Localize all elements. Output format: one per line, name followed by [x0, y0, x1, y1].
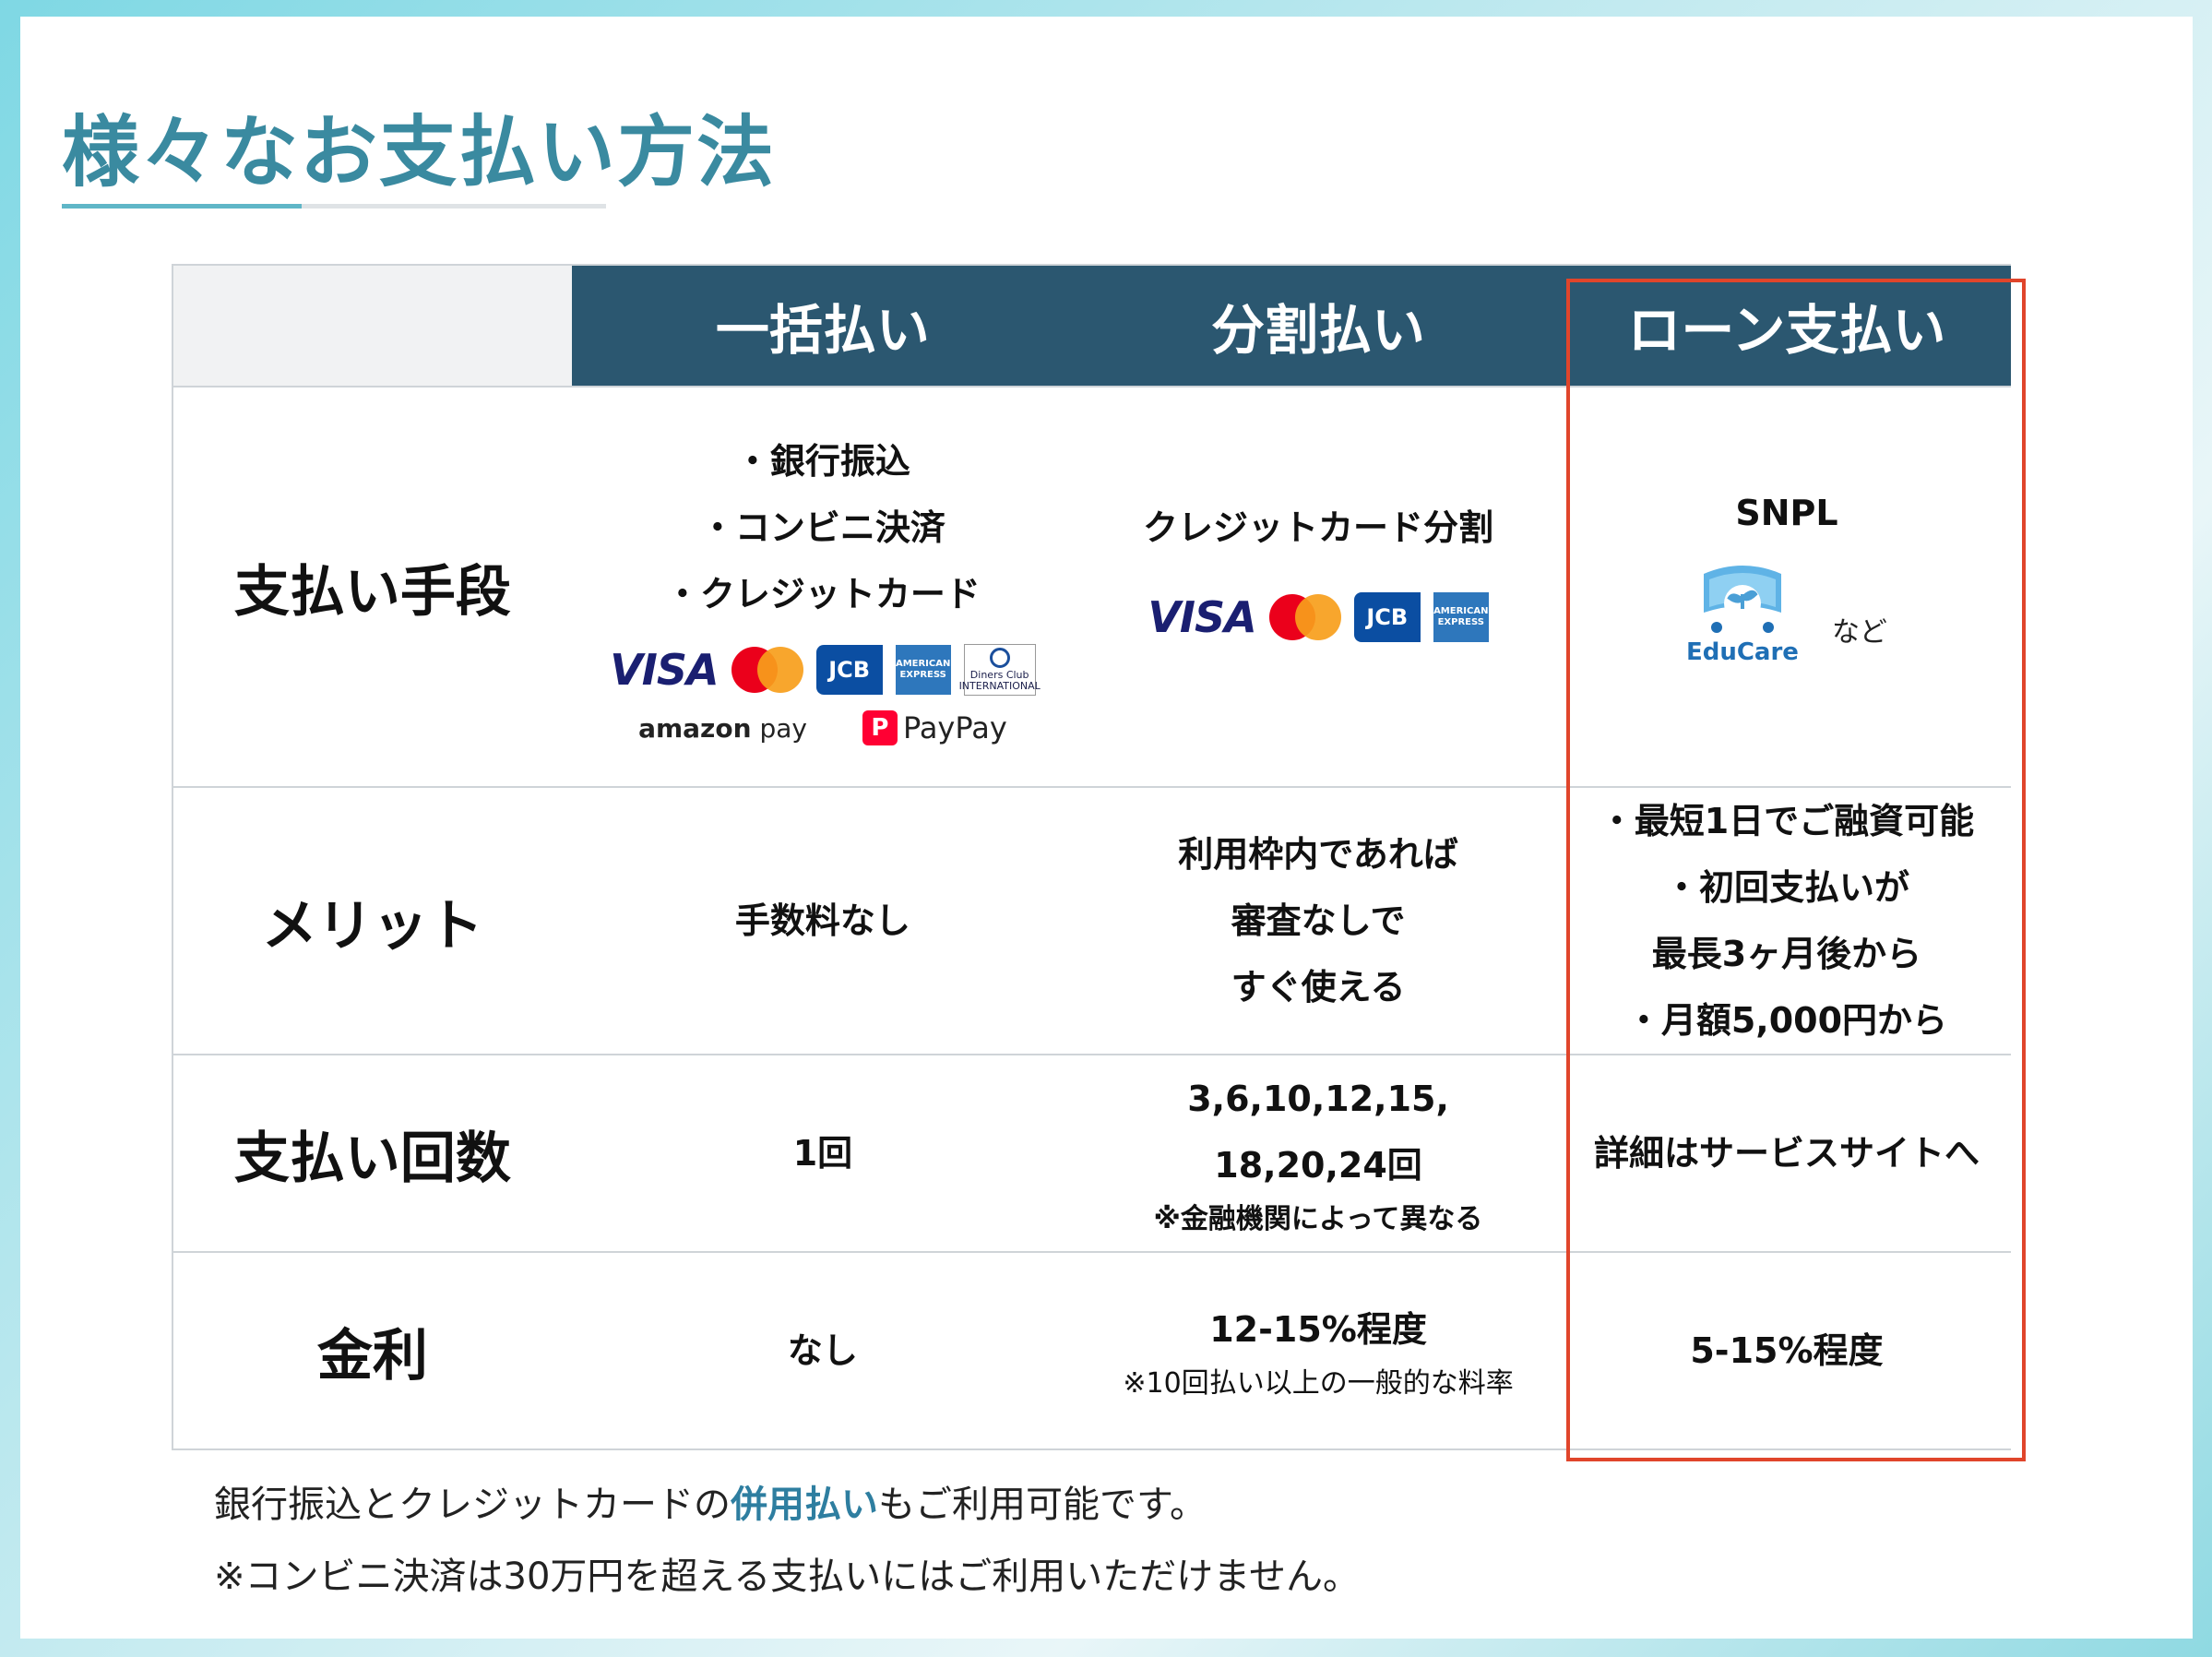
merit-loan-line: ・最短1日でご融資可能 [1599, 801, 1975, 841]
merit-loan-line: ・初回支払いが [1663, 867, 1909, 908]
count-installment-note: ※金融機関によって異なる [1153, 1203, 1483, 1235]
merit-installment-line: すぐ使える [1231, 967, 1406, 1007]
footnote-convenience-limit: ※コンビニ決済は30万円を超える支払いにはご利用いただけません。 [214, 1556, 1361, 1598]
lump-card-logos: VISA JCB AMERICAN EXPRESS Diners Club IN… [610, 644, 1041, 696]
table-row-merit: メリット 手数料なし 利用枠内であれば 審査なしで すぐ使える ・最短1日でご融… [173, 786, 2011, 1054]
lump-wallet-logos: amazon pay P PayPay [638, 710, 1007, 745]
merit-installment-line: 利用枠内であれば [1178, 834, 1458, 875]
loan-etc-text: など [1831, 616, 1887, 649]
count-installment-line: 3,6,10,12,15, [1187, 1079, 1449, 1119]
educare-logo-text: EduCare [1685, 638, 1799, 666]
visa-logo-icon: VISA [610, 645, 719, 695]
header-loan: ローン支払い [1562, 266, 2012, 386]
rate-installment-cell: 12-15%程度 ※10回払い以上の一般的な料率 [1074, 1253, 1563, 1448]
footnote-combined-payment: 銀行振込とクレジットカードの併用払いもご利用可能です。 [214, 1484, 1207, 1526]
jcb-logo-icon: JCB [1353, 592, 1421, 642]
educare-logo-icon: EduCare [1686, 561, 1799, 666]
merit-installment-cell: 利用枠内であれば 審査なしで すぐ使える [1074, 788, 1563, 1054]
count-loan-link[interactable]: 詳細はサービスサイトへ [1563, 1055, 2011, 1251]
paypay-logo-icon: P PayPay [862, 710, 1007, 745]
rate-loan: 5-15%程度 [1690, 1330, 1884, 1371]
method-lump-cell: ・銀行振込 ・コンビニ決済 ・クレジットカード VISA JCB AMERICA… [572, 387, 1075, 786]
count-installment-cell: 3,6,10,12,15, 18,20,24回 ※金融機関によって異なる [1074, 1055, 1563, 1251]
header-lump-sum: 一括払い [571, 266, 1075, 386]
method-loan-snpl: SNPL [1735, 493, 1838, 533]
merit-loan-line: 最長3ヶ月後から [1651, 934, 1922, 974]
payment-comparison-table: 一括払い 分割払い ローン支払い 支払い手段 ・銀行振込 ・コンビニ決済 ・クレ… [172, 264, 2012, 1450]
merit-installment-line: 審査なしで [1231, 900, 1406, 941]
method-loan-cell: SNPL EduCare など [1563, 387, 2011, 786]
method-lump-credit: ・クレジットカード [664, 574, 981, 614]
rate-installment-note: ※10回払い以上の一般的な料率 [1123, 1367, 1514, 1400]
method-installment-cell: クレジットカード分割 VISA JCB AMERICAN EXPRESS [1074, 387, 1563, 786]
row-label-method: 支払い手段 [233, 559, 511, 625]
snpl-logos: EduCare など [1686, 561, 1887, 666]
page-title: 様々なお支払い方法 [62, 107, 777, 197]
row-label-rate: 金利 [316, 1323, 428, 1389]
installment-card-logos: VISA JCB AMERICAN EXPRESS [1148, 592, 1489, 642]
rate-installment-value: 12-15%程度 [1209, 1309, 1427, 1350]
header-installment: 分割払い [1074, 266, 1563, 386]
count-installment-line: 18,20,24回 [1214, 1145, 1422, 1186]
merit-loan-cell: ・最短1日でご融資可能 ・初回支払いが 最長3ヶ月後から ・月額5,000円から [1563, 788, 2011, 1054]
diners-club-logo-icon: Diners Club INTERNATIONAL [959, 644, 1041, 696]
mastercard-logo-icon [1268, 594, 1341, 640]
method-installment-text: クレジットカード分割 [1143, 507, 1494, 548]
rate-lump: なし [787, 1330, 858, 1371]
jcb-logo-icon: JCB [815, 645, 883, 695]
title-underline [62, 204, 606, 209]
method-lump-bank: ・銀行振込 [734, 441, 910, 482]
count-lump: 1回 [792, 1133, 853, 1174]
row-label-merit: メリット [261, 893, 483, 959]
amazon-pay-logo-icon: amazon pay [638, 712, 807, 744]
header-empty-cell [173, 266, 572, 386]
row-label-count: 支払い回数 [233, 1126, 511, 1191]
amex-logo-icon: AMERICAN EXPRESS [895, 645, 951, 695]
table-row-rate: 金利 なし 12-15%程度 ※10回払い以上の一般的な料率 5-15%程度 [173, 1251, 2011, 1448]
mastercard-logo-icon [731, 647, 803, 693]
visa-logo-icon: VISA [1148, 592, 1256, 642]
merit-loan-line: ・月額5,000円から [1625, 1000, 1948, 1041]
combined-payment-emphasis: 併用払い [731, 1484, 878, 1526]
method-lump-convenience: ・コンビニ決済 [699, 507, 945, 548]
amex-logo-icon: AMERICAN EXPRESS [1433, 592, 1489, 642]
table-row-count: 支払い回数 1回 3,6,10,12,15, 18,20,24回 ※金融機関によ… [173, 1054, 2011, 1251]
title-underline-accent [62, 204, 302, 209]
table-header-row: 一括払い 分割払い ローン支払い [173, 264, 2012, 386]
merit-lump: 手数料なし [734, 900, 910, 941]
table-row-method: 支払い手段 ・銀行振込 ・コンビニ決済 ・クレジットカード VISA JCB A… [173, 386, 2011, 786]
